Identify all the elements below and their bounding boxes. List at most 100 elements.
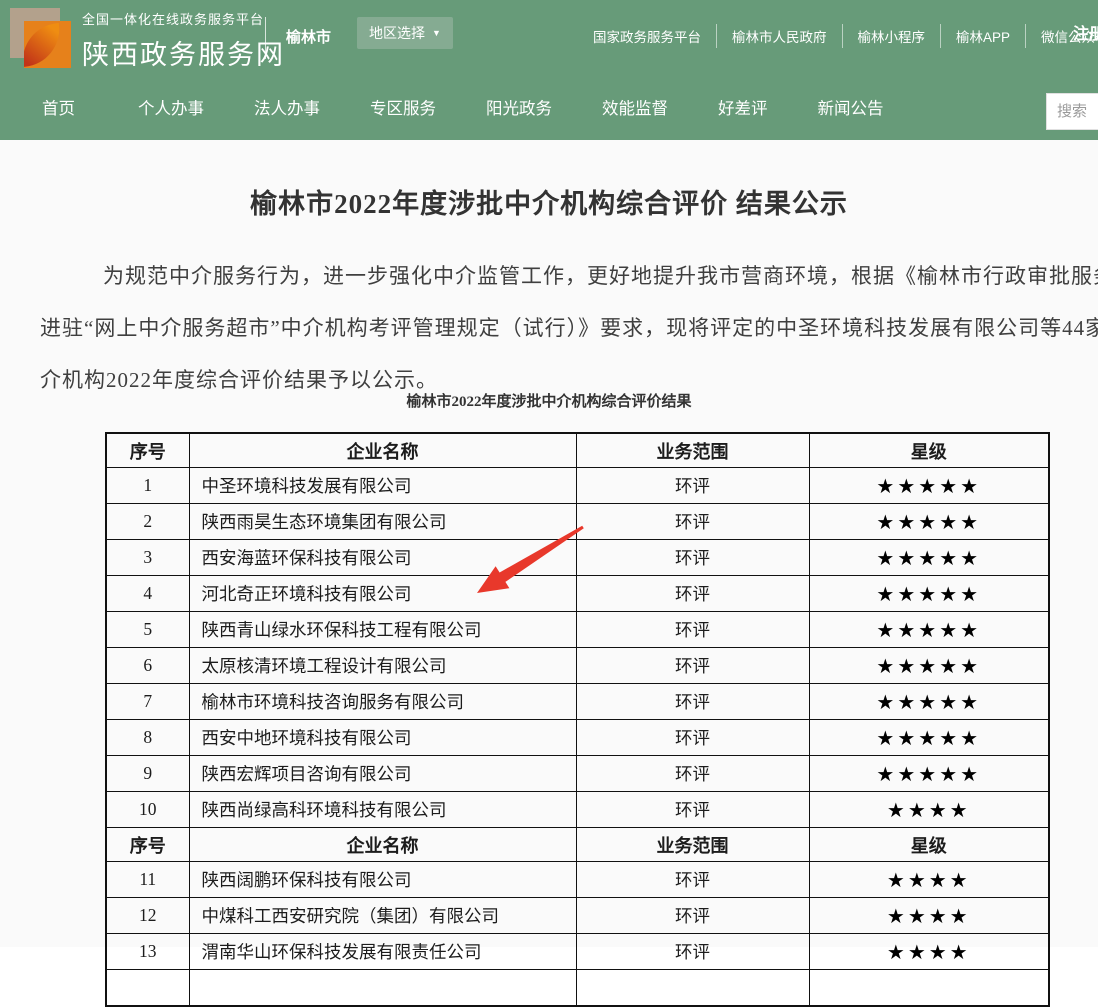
row-number-cell: 4 [106, 576, 189, 612]
region-selector-label: 地区选择 [369, 23, 425, 43]
star-rating-cell: ★★★★★ [809, 720, 1049, 756]
table-row: 12中煤科工西安研究院（集团）有限公司环评★★★★ [106, 898, 1049, 934]
link-city-app[interactable]: 榆林APP [941, 24, 1026, 48]
nav-item-rating[interactable]: 好差评 [718, 95, 768, 119]
main-nav: 首页 个人办事 法人办事 专区服务 阳光政务 效能监督 好差评 新闻公告 [42, 95, 884, 119]
company-name-cell: 中煤科工西安研究院（集团）有限公司 [189, 898, 576, 934]
business-scope-cell: 环评 [576, 504, 809, 540]
site-logo-icon [10, 8, 72, 70]
star-rating-cell: ★★★★★ [809, 648, 1049, 684]
column-header: 业务范围 [576, 433, 809, 468]
link-mini-program[interactable]: 榆林小程序 [843, 24, 942, 48]
row-number-cell: 9 [106, 756, 189, 792]
column-header: 序号 [106, 828, 189, 862]
business-scope-cell: 环评 [576, 756, 809, 792]
table-row: 2陕西雨昊生态环境集团有限公司环评★★★★★ [106, 504, 1049, 540]
logo-leaf-icon [24, 23, 63, 67]
row-number-cell: 3 [106, 540, 189, 576]
nav-item-legal[interactable]: 法人办事 [254, 95, 320, 119]
business-scope-cell: 环评 [576, 792, 809, 828]
star-rating-cell: ★★★★ [809, 792, 1049, 828]
row-number-cell: 7 [106, 684, 189, 720]
table-row: 4河北奇正环境科技有限公司环评★★★★★ [106, 576, 1049, 612]
table-row: 10陕西尚绿高科环境科技有限公司环评★★★★ [106, 792, 1049, 828]
table-body: 序号企业名称业务范围星级1中圣环境科技发展有限公司环评★★★★★2陕西雨昊生态环… [106, 433, 1049, 1006]
empty-cell [106, 970, 189, 1007]
row-number-cell: 10 [106, 792, 189, 828]
link-city-government[interactable]: 榆林市人民政府 [717, 24, 843, 48]
company-name-cell: 陕西雨昊生态环境集团有限公司 [189, 504, 576, 540]
row-number-cell: 5 [106, 612, 189, 648]
row-number-cell: 2 [106, 504, 189, 540]
company-name-cell: 渭南华山环保科技发展有限责任公司 [189, 934, 576, 970]
top-links: 国家政务服务平台 榆林市人民政府 榆林小程序 榆林APP 微信公众号 [578, 24, 1098, 48]
paragraph-line: 为规范中介服务行为，进一步强化中介监管工作，更好地提升我市营商环境，根据《榆林市… [103, 260, 1098, 290]
table-row: 11陕西阔鹏环保科技有限公司环评★★★★ [106, 862, 1049, 898]
business-scope-cell: 环评 [576, 612, 809, 648]
register-link[interactable]: 注册 [1073, 20, 1098, 44]
company-name-cell: 陕西阔鹏环保科技有限公司 [189, 862, 576, 898]
current-city-label: 榆林市 [286, 26, 331, 47]
table-row: 8西安中地环境科技有限公司环评★★★★★ [106, 720, 1049, 756]
table-row: 1中圣环境科技发展有限公司环评★★★★★ [106, 468, 1049, 504]
platform-tagline: 全国一体化在线政务服务平台 [82, 9, 285, 28]
star-rating-cell: ★★★★★ [809, 468, 1049, 504]
company-name-cell: 中圣环境科技发展有限公司 [189, 468, 576, 504]
table-row: 13渭南华山环保科技发展有限责任公司环评★★★★ [106, 934, 1049, 970]
nav-item-home[interactable]: 首页 [42, 95, 75, 119]
region-selector-button[interactable]: 地区选择 ▼ [357, 17, 453, 49]
business-scope-cell: 环评 [576, 898, 809, 934]
table-row: 5陕西青山绿水环保科技工程有限公司环评★★★★★ [106, 612, 1049, 648]
empty-cell [809, 970, 1049, 1007]
column-header: 企业名称 [189, 433, 576, 468]
search-input[interactable] [1046, 93, 1098, 130]
company-name-cell: 陕西宏辉项目咨询有限公司 [189, 756, 576, 792]
row-number-cell: 8 [106, 720, 189, 756]
site-brand: 全国一体化在线政务服务平台 陕西政务服务网 [82, 9, 285, 72]
star-rating-cell: ★★★★ [809, 898, 1049, 934]
row-number-cell: 13 [106, 934, 189, 970]
evaluation-table: 序号企业名称业务范围星级1中圣环境科技发展有限公司环评★★★★★2陕西雨昊生态环… [105, 432, 1050, 1007]
column-header: 序号 [106, 433, 189, 468]
star-rating-cell: ★★★★ [809, 862, 1049, 898]
nav-item-personal[interactable]: 个人办事 [138, 95, 204, 119]
row-number-cell: 12 [106, 898, 189, 934]
empty-cell [576, 970, 809, 1007]
nav-item-supervision[interactable]: 效能监督 [602, 95, 668, 119]
brand-divider [265, 17, 266, 59]
column-header: 企业名称 [189, 828, 576, 862]
business-scope-cell: 环评 [576, 648, 809, 684]
nav-item-sunshine[interactable]: 阳光政务 [486, 95, 552, 119]
table-row: 6太原核清环境工程设计有限公司环评★★★★★ [106, 648, 1049, 684]
business-scope-cell: 环评 [576, 576, 809, 612]
business-scope-cell: 环评 [576, 720, 809, 756]
company-name-cell: 太原核清环境工程设计有限公司 [189, 648, 576, 684]
table-row: 7榆林市环境科技咨询服务有限公司环评★★★★★ [106, 684, 1049, 720]
column-header: 星级 [809, 433, 1049, 468]
site-name: 陕西政务服务网 [82, 33, 285, 72]
company-name-cell: 榆林市环境科技咨询服务有限公司 [189, 684, 576, 720]
business-scope-cell: 环评 [576, 468, 809, 504]
star-rating-cell: ★★★★★ [809, 504, 1049, 540]
star-rating-cell: ★★★★★ [809, 540, 1049, 576]
company-name-cell: 西安中地环境科技有限公司 [189, 720, 576, 756]
table-row-partial [106, 970, 1049, 1007]
business-scope-cell: 环评 [576, 684, 809, 720]
site-header: 全国一体化在线政务服务平台 陕西政务服务网 榆林市 地区选择 ▼ 国家政务服务平… [0, 0, 1098, 140]
row-number-cell: 6 [106, 648, 189, 684]
column-header: 业务范围 [576, 828, 809, 862]
nav-item-zones[interactable]: 专区服务 [370, 95, 436, 119]
table-caption: 榆林市2022年度涉批中介机构综合评价结果 [0, 390, 1098, 411]
table-row: 3西安海蓝环保科技有限公司环评★★★★★ [106, 540, 1049, 576]
table-row: 9陕西宏辉项目咨询有限公司环评★★★★★ [106, 756, 1049, 792]
table-header-row: 序号企业名称业务范围星级 [106, 433, 1049, 468]
company-name-cell: 河北奇正环境科技有限公司 [189, 576, 576, 612]
nav-item-news[interactable]: 新闻公告 [818, 95, 884, 119]
row-number-cell: 11 [106, 862, 189, 898]
chevron-down-icon: ▼ [432, 29, 441, 38]
business-scope-cell: 环评 [576, 862, 809, 898]
column-header: 星级 [809, 828, 1049, 862]
page-title: 榆林市2022年度涉批中介机构综合评价 结果公示 [0, 182, 1098, 221]
table-header-row: 序号企业名称业务范围星级 [106, 828, 1049, 862]
link-national-platform[interactable]: 国家政务服务平台 [578, 24, 717, 48]
